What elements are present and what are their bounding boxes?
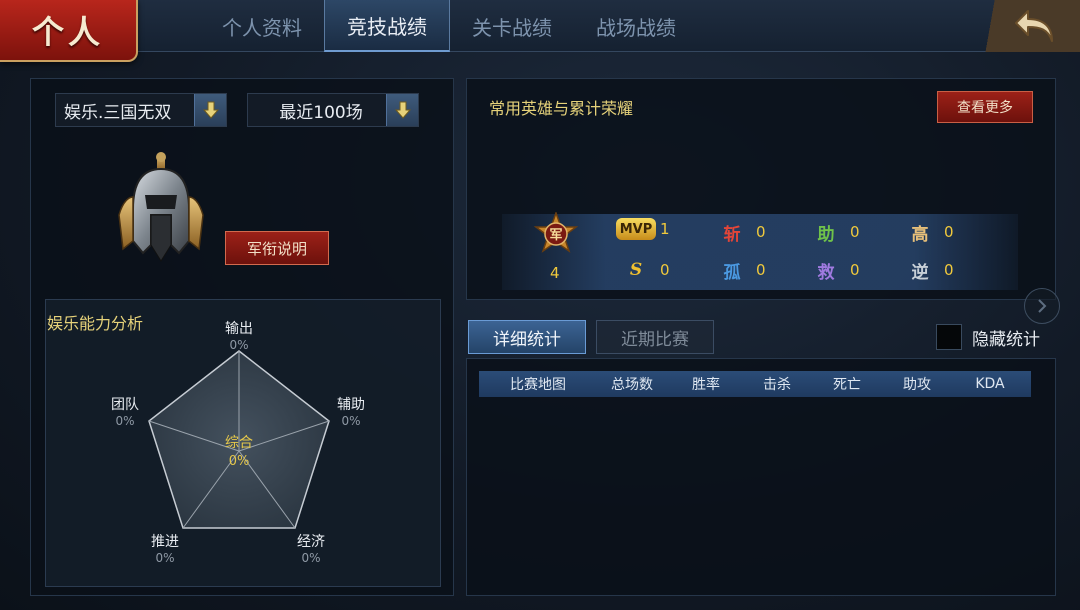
honor-assist: 助 0	[806, 218, 860, 246]
radar-center-label: 综合	[225, 435, 253, 451]
radar-axis-value: 0%	[115, 414, 134, 428]
mvp-icon: MVP	[616, 218, 656, 240]
s-rank-icon: S	[629, 260, 643, 280]
honor-s: S 0	[616, 256, 670, 284]
honor-value: 0	[850, 223, 860, 241]
rank-medal-icon: 军	[534, 212, 578, 253]
radar-axis-value: 0%	[301, 551, 320, 565]
honor-value: 0	[756, 223, 766, 241]
column-header: 死亡	[833, 377, 861, 393]
kill-icon: 斩	[723, 224, 741, 245]
radar-axis-label: 团队	[111, 397, 139, 413]
stats-sub-tabs: 详细统计 近期比赛	[468, 320, 714, 354]
honor-rescue: 救 0	[806, 256, 860, 284]
honor-lone: 孤 0	[712, 256, 766, 284]
rescue-icon: 救	[817, 262, 835, 283]
stats-table: 比赛地图 总场数 胜率 击杀 死亡 助攻 KDA	[466, 358, 1056, 596]
tab-recent-matches[interactable]: 近期比赛	[596, 320, 714, 354]
honor-value: 0	[944, 261, 954, 279]
reverse-icon: 逆	[911, 262, 929, 283]
view-more-button-label: 查看更多	[957, 100, 1013, 116]
honor-value: 0	[944, 223, 954, 241]
column-header: 总场数	[611, 377, 653, 393]
hide-stats-checkbox[interactable]	[936, 324, 962, 350]
honor-mvp: MVP 1	[616, 218, 670, 240]
radar-axis-value: 0%	[155, 551, 174, 565]
column-header: 比赛地图	[510, 377, 566, 393]
column-header: KDA	[975, 376, 1005, 392]
radar-axis-value: 0%	[229, 338, 248, 352]
tab-stage-record[interactable]: 关卡战绩	[450, 0, 574, 52]
tab-battlefield-record[interactable]: 战场战绩	[574, 0, 698, 52]
rank-count: 4	[550, 264, 560, 282]
hide-stats-toggle[interactable]: 隐藏统计	[936, 324, 1040, 350]
radar-axis-value: 0%	[341, 414, 360, 428]
honor-value: 0	[850, 261, 860, 279]
radar-axis-label: 推进	[151, 534, 179, 550]
honor-title: 常用英雄与累计荣耀	[489, 99, 634, 118]
honor-high: 高 0	[900, 218, 954, 246]
tab-detailed-stats[interactable]: 详细统计	[468, 320, 586, 354]
column-header: 助攻	[903, 377, 931, 393]
radar-axis-label: 辅助	[337, 397, 365, 413]
home-badge[interactable]: 个人	[0, 0, 138, 62]
left-panel: 娱乐.三国无双 最近100场 军衔说明 娱乐能力分析 综合 0% 输出 0% 辅…	[30, 78, 454, 596]
right-panel: 常用英雄与累计荣耀 查看更多 军 4 MVP 1 斩 0 助 0 高 0 S 0…	[466, 78, 1056, 596]
back-arrow-icon	[1015, 10, 1053, 42]
chevron-right-icon	[1038, 299, 1047, 313]
honor-kill: 斩 0	[712, 218, 766, 246]
radar-chart: 综合 0% 输出 0% 辅助 0% 经济 0% 推进 0% 团队 0%	[111, 321, 365, 565]
high-icon: 高	[911, 224, 929, 245]
stats-table-header: 比赛地图 总场数 胜率 击杀 死亡 助攻 KDA	[479, 371, 1031, 397]
honor-reverse: 逆 0	[900, 256, 954, 284]
view-more-button[interactable]: 查看更多	[937, 91, 1033, 123]
home-badge-label: 个人	[31, 13, 104, 51]
svg-text:军: 军	[549, 228, 562, 243]
tab-profile[interactable]: 个人资料	[200, 0, 324, 52]
hide-stats-label: 隐藏统计	[972, 329, 1040, 350]
radar-axis-label: 经济	[297, 534, 325, 550]
honor-value: 0	[756, 261, 766, 279]
column-header: 胜率	[692, 377, 720, 393]
column-header: 击杀	[763, 377, 791, 393]
honor-value: 0	[660, 261, 670, 279]
radar-center-value: 0%	[229, 454, 250, 469]
next-page-button[interactable]	[1024, 288, 1060, 324]
main-tabs: 个人资料 竞技战绩 关卡战绩 战场战绩	[200, 0, 698, 52]
radar-axis-label: 输出	[225, 321, 253, 337]
honor-value: 1	[660, 220, 670, 238]
lone-icon: 孤	[723, 262, 741, 283]
assist-icon: 助	[817, 224, 835, 245]
back-button[interactable]	[968, 0, 1080, 52]
tab-arena-record[interactable]: 竞技战绩	[324, 0, 450, 52]
